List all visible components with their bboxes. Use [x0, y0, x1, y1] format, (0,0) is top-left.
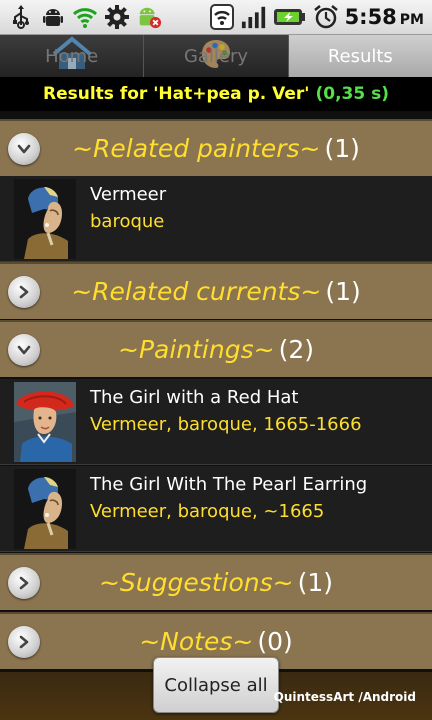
painting-details: Vermeer, baroque, ~1665: [90, 501, 325, 522]
tab-results[interactable]: Results: [288, 35, 432, 77]
section-related-painters[interactable]: ~Related painters~ (1): [0, 119, 432, 176]
signal-icon: [241, 4, 267, 30]
results-list: ~Related painters~ (1) Vermeer baroque ~R…: [0, 111, 432, 720]
results-query: Results for 'Hat+pea p. Ver': [43, 84, 310, 104]
tab-gallery[interactable]: Gallery: [144, 35, 289, 77]
wifi-sync-icon: [72, 4, 98, 30]
results-time: (0,35 s): [315, 84, 389, 104]
wifi-icon: [209, 4, 235, 30]
status-icons-left: [0, 4, 162, 30]
pearl-earring-thumbnail: [14, 179, 76, 259]
status-icons-right: 5:58 PM: [209, 4, 432, 30]
clock: 5:58 PM: [344, 5, 424, 29]
section-related-currents[interactable]: ~Related currents~ (1): [0, 262, 432, 319]
chevron-right-icon[interactable]: [8, 276, 40, 308]
section-title: ~Related painters~ (1): [72, 134, 360, 163]
collapse-all-button[interactable]: Collapse all: [153, 657, 279, 713]
results-summary: Results for 'Hat+pea p. Ver' (0,35 s): [0, 77, 432, 111]
section-paintings[interactable]: ~Paintings~ (2): [0, 320, 432, 377]
tab-gallery-label: Gallery: [183, 45, 249, 67]
painting-title: The Girl with a Red Hat: [90, 387, 299, 408]
android-debug-icon: [40, 4, 66, 30]
pearl-earring-thumbnail: [14, 469, 76, 549]
section-title: ~Notes~ (0): [139, 627, 293, 656]
settings-gear-icon: [104, 4, 130, 30]
section-title: ~Related currents~ (1): [71, 277, 361, 306]
tab-bar: Home Gallery Results: [0, 35, 432, 77]
alarm-icon: [313, 4, 339, 30]
painter-style: baroque: [90, 211, 165, 232]
chevron-right-icon[interactable]: [8, 567, 40, 599]
chevron-down-icon[interactable]: [8, 334, 40, 366]
painting-details: Vermeer, baroque, 1665-1666: [90, 414, 362, 435]
chevron-down-icon[interactable]: [8, 133, 40, 165]
painter-item[interactable]: Vermeer baroque: [0, 176, 432, 262]
painting-title: The Girl With The Pearl Earring: [90, 474, 368, 495]
battery-charging-icon: [273, 4, 307, 30]
section-title: ~Paintings~ (2): [118, 335, 314, 364]
red-hat-thumbnail: [14, 382, 76, 462]
android-error-icon: [136, 4, 162, 30]
status-bar: 5:58 PM: [0, 0, 432, 35]
painting-item[interactable]: The Girl with a Red Hat Vermeer, baroque…: [0, 379, 432, 465]
section-suggestions[interactable]: ~Suggestions~ (1): [0, 553, 432, 610]
tab-results-label: Results: [327, 45, 393, 67]
tab-home-label: Home: [45, 45, 99, 67]
section-title: ~Suggestions~ (1): [98, 568, 334, 597]
brand-label: QuintessArt /Android: [273, 690, 416, 704]
usb-icon: [8, 4, 34, 30]
painting-item[interactable]: The Girl With The Pearl Earring Vermeer,…: [0, 466, 432, 552]
chevron-right-icon[interactable]: [8, 626, 40, 658]
painter-name: Vermeer: [90, 184, 167, 205]
tab-home[interactable]: Home: [0, 35, 145, 77]
